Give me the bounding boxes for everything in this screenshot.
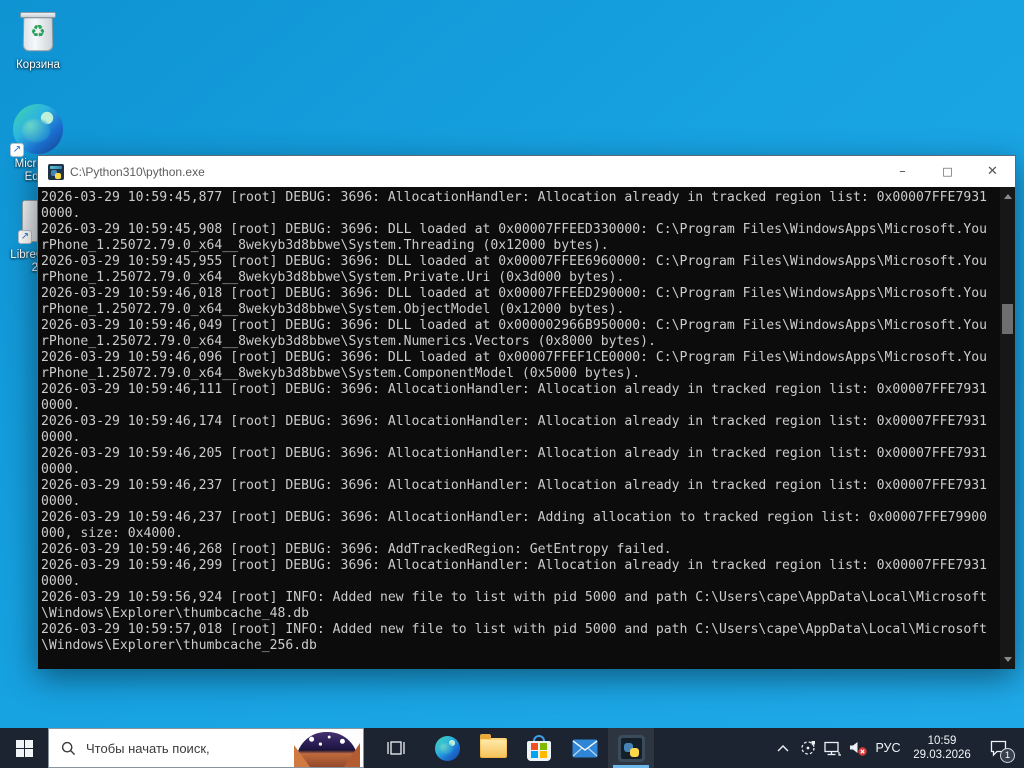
windows-logo-icon: [15, 739, 33, 757]
mail-icon: [572, 739, 598, 757]
scroll-down-arrow[interactable]: [1000, 652, 1015, 667]
log-line: rPhone_1.25072.79.0_x64__8wekyb3d8bbwe\S…: [41, 238, 609, 253]
task-view-icon: [387, 741, 405, 755]
log-line: 2026-03-29 10:59:46,111 [root] DEBUG: 36…: [41, 382, 987, 397]
shortcut-arrow-icon: ↗: [18, 230, 32, 244]
console-log: 2026-03-29 10:59:45,877 [root] DEBUG: 36…: [41, 190, 997, 654]
recycle-bin-icon: ♻: [14, 8, 62, 56]
taskbar-python-console-button[interactable]: [608, 728, 654, 768]
notification-badge: 1: [1000, 748, 1015, 763]
icon-label: Корзина: [16, 59, 60, 71]
date-text: 29.03.2026: [913, 749, 971, 761]
log-line: 2026-03-29 10:59:46,096 [root] DEBUG: 36…: [41, 350, 987, 365]
log-line: 2026-03-29 10:59:46,205 [root] DEBUG: 36…: [41, 446, 987, 461]
search-icon: [61, 741, 76, 755]
network-icon: [824, 741, 841, 756]
console-titlebar[interactable]: C:\Python310\python.exe – □ ✕: [38, 156, 1015, 187]
console-scrollbar[interactable]: [1000, 187, 1015, 669]
volume-button[interactable]: [845, 728, 870, 768]
log-line: 2026-03-29 10:59:45,908 [root] DEBUG: 36…: [41, 222, 987, 237]
search-highlight-image[interactable]: [291, 729, 363, 767]
language-indicator[interactable]: РУС: [870, 728, 906, 768]
log-line: 2026-03-29 10:59:46,174 [root] DEBUG: 36…: [41, 414, 987, 429]
log-line: 0000.: [41, 430, 81, 445]
taskbar-edge-button[interactable]: [424, 728, 470, 768]
action-center-button[interactable]: 1: [978, 728, 1018, 768]
window-title: C:\Python310\python.exe: [70, 164, 205, 179]
chevron-up-icon: [777, 745, 788, 752]
close-button[interactable]: ✕: [970, 156, 1015, 187]
search-box[interactable]: Чтобы начать поиск,: [48, 728, 364, 768]
tray-status-button[interactable]: [795, 728, 820, 768]
taskbar-file-explorer-button[interactable]: [470, 728, 516, 768]
start-button[interactable]: [0, 728, 48, 768]
task-view-button[interactable]: [374, 728, 418, 768]
log-line: rPhone_1.25072.79.0_x64__8wekyb3d8bbwe\S…: [41, 302, 625, 317]
maximize-button[interactable]: □: [925, 156, 970, 187]
file-explorer-icon: [479, 734, 507, 758]
log-line: 2026-03-29 10:59:46,268 [root] DEBUG: 36…: [41, 542, 672, 557]
search-placeholder: Чтобы начать поиск,: [86, 740, 210, 756]
log-line: \Windows\Explorer\thumbcache_48.db: [41, 606, 310, 621]
shortcut-arrow-icon: ↗: [10, 143, 24, 157]
python-app-icon: [48, 163, 64, 180]
console-output[interactable]: 2026-03-29 10:59:45,877 [root] DEBUG: 36…: [38, 187, 1015, 669]
log-line: rPhone_1.25072.79.0_x64__8wekyb3d8bbwe\S…: [41, 366, 641, 381]
python-console-icon: [617, 734, 645, 762]
log-line: 2026-03-29 10:59:45,955 [root] DEBUG: 36…: [41, 254, 987, 269]
volume-muted-icon: [849, 742, 867, 756]
log-line: rPhone_1.25072.79.0_x64__8wekyb3d8bbwe\S…: [41, 270, 625, 285]
taskbar: Чтобы начать поиск, РУС 10:59 29.03.2026…: [0, 728, 1024, 768]
log-line: 2026-03-29 10:59:46,299 [root] DEBUG: 36…: [41, 558, 987, 573]
log-line: 0000.: [41, 574, 81, 589]
log-line: 2026-03-29 10:59:46,049 [root] DEBUG: 36…: [41, 318, 987, 333]
console-window: C:\Python310\python.exe – □ ✕ 2026-03-29…: [37, 155, 1016, 669]
desktop-icon-recycle-bin[interactable]: ♻ Корзина: [6, 8, 70, 72]
log-line: \Windows\Explorer\thumbcache_256.db: [41, 638, 317, 653]
log-line: 0000.: [41, 398, 81, 413]
clock[interactable]: 10:59 29.03.2026: [906, 728, 978, 768]
dashed-circle-icon: [800, 741, 815, 755]
log-line: 2026-03-29 10:59:57,018 [root] INFO: Add…: [41, 622, 987, 637]
log-line: rPhone_1.25072.79.0_x64__8wekyb3d8bbwe\S…: [41, 334, 656, 349]
log-line: 2026-03-29 10:59:46,237 [root] DEBUG: 36…: [41, 510, 987, 525]
log-line: 2026-03-29 10:59:45,877 [root] DEBUG: 36…: [41, 190, 987, 205]
minimize-button[interactable]: –: [880, 156, 925, 187]
microsoft-store-icon: [527, 734, 551, 762]
log-line: 0000.: [41, 206, 81, 221]
recycle-symbol: ♻: [30, 22, 46, 41]
edge-icon: [434, 735, 461, 762]
edge-icon: ↗: [10, 103, 64, 157]
log-line: 2026-03-29 10:59:46,237 [root] DEBUG: 36…: [41, 478, 987, 493]
log-line: 0000.: [41, 462, 81, 477]
system-tray: РУС 10:59 29.03.2026 1: [770, 728, 1024, 768]
desktop-wallpaper[interactable]: ♻ Корзина ↗ Microsoft Edge ↗ LibreOffice…: [0, 0, 1024, 768]
scrollbar-thumb[interactable]: [1002, 304, 1013, 334]
log-line: 000, size: 0x4000.: [41, 526, 183, 541]
log-line: 0000.: [41, 494, 81, 509]
taskbar-store-button[interactable]: [516, 728, 562, 768]
network-button[interactable]: [820, 728, 845, 768]
scroll-up-arrow[interactable]: [1000, 189, 1015, 204]
taskbar-mail-button[interactable]: [562, 728, 608, 768]
tray-overflow-button[interactable]: [770, 728, 795, 768]
log-line: 2026-03-29 10:59:56,924 [root] INFO: Add…: [41, 590, 987, 605]
time-text: 10:59: [927, 735, 957, 747]
log-line: 2026-03-29 10:59:46,018 [root] DEBUG: 36…: [41, 286, 987, 301]
